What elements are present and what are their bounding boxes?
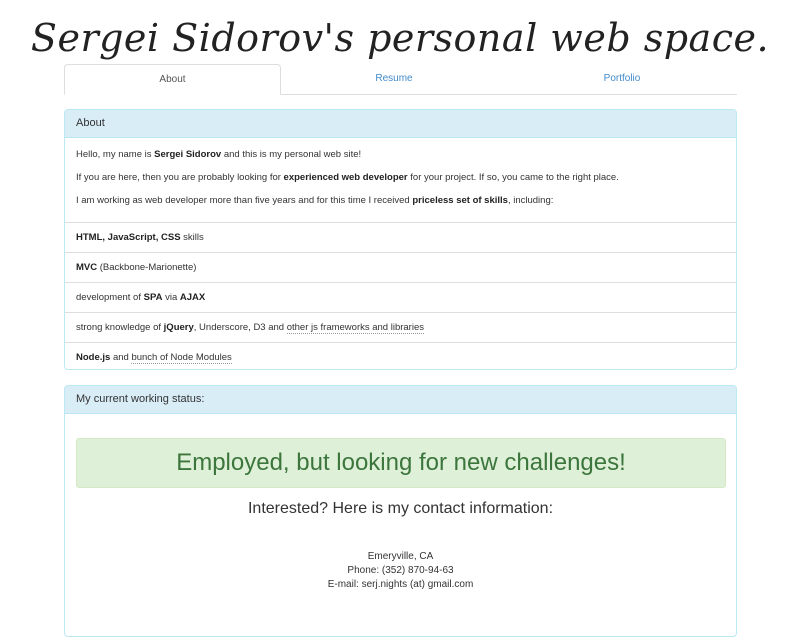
skill-name: HTML, JavaScript, CSS	[76, 232, 181, 243]
contact-location: Emeryville, CA	[367, 551, 434, 562]
skill-name: AJAX	[179, 292, 206, 303]
status-panel-heading: My current working status:	[65, 386, 736, 414]
skill-text: and	[110, 352, 132, 363]
skill-text: (Backbone-Marionette)	[97, 262, 197, 273]
site-title: Sergei Sidorov's personal web space.	[30, 16, 770, 60]
skill-name: MVC	[76, 262, 98, 273]
intro-text: I am working as web developer more than …	[76, 195, 413, 206]
skill-name: jQuery	[163, 322, 194, 333]
intro-paragraph-1: Hello, my name is Sergei Sidorov and thi…	[76, 148, 725, 162]
skill-text: strong knowledge of	[76, 322, 164, 333]
skill-item: strong knowledge of jQuery, Underscore, …	[65, 313, 736, 343]
status-alert: Employed, but looking for new challenges…	[76, 438, 726, 488]
frameworks-tooltip-trigger[interactable]: other js frameworks and libraries	[286, 322, 424, 334]
skill-item: HTML, JavaScript, CSS skills	[65, 223, 736, 253]
skill-item: MVC (Backbone-Marionette)	[65, 253, 736, 283]
contact-title: Interested? Here is my contact informati…	[247, 500, 554, 517]
nav-tabs: About Resume Portfolio	[64, 64, 737, 95]
node-modules-tooltip-trigger[interactable]: bunch of Node Modules	[131, 352, 232, 364]
intro-highlight: experienced web developer	[283, 172, 408, 183]
skill-text: via	[162, 292, 180, 303]
skill-item: Node.js and bunch of Node Modules	[65, 343, 736, 369]
contact-info: Emeryville, CA Phone: (352) 870-94-63 E-…	[65, 550, 736, 592]
intro-name: Sergei Sidorov	[154, 149, 222, 160]
tab-resume[interactable]: Resume	[281, 64, 507, 94]
about-panel-heading: About	[65, 110, 736, 138]
intro-text: Hello, my name is	[76, 149, 155, 160]
intro-highlight: priceless set of skills	[412, 195, 508, 206]
contact-email: E-mail: serj.nights (at) gmail.com	[327, 579, 474, 590]
contact-phone: Phone: (352) 870-94-63	[347, 565, 454, 576]
skill-text: development of	[76, 292, 144, 303]
about-panel: About Hello, my name is Sergei Sidorov a…	[64, 109, 737, 370]
skill-text: skills	[180, 232, 204, 243]
intro-text: If you are here, then you are probably l…	[76, 172, 284, 183]
intro-text: for your project. If so, you came to the…	[407, 172, 619, 183]
tab-about[interactable]: About	[64, 64, 281, 95]
skill-name: SPA	[143, 292, 163, 303]
intro-text: , including:	[507, 195, 554, 206]
status-panel: My current working status: Employed, but…	[64, 385, 737, 637]
skill-item: development of SPA via AJAX	[65, 283, 736, 313]
intro-paragraph-3: I am working as web developer more than …	[76, 194, 725, 208]
tab-portfolio[interactable]: Portfolio	[507, 64, 737, 94]
skills-list: HTML, JavaScript, CSS skills MVC (Backbo…	[65, 222, 736, 369]
intro-text: and this is my personal web site!	[221, 149, 362, 160]
skill-text: , Underscore, D3 and	[193, 322, 287, 333]
skill-name: Node.js	[76, 352, 111, 363]
intro-paragraph-2: If you are here, then you are probably l…	[76, 171, 725, 185]
about-intro: Hello, my name is Sergei Sidorov and thi…	[65, 138, 736, 222]
